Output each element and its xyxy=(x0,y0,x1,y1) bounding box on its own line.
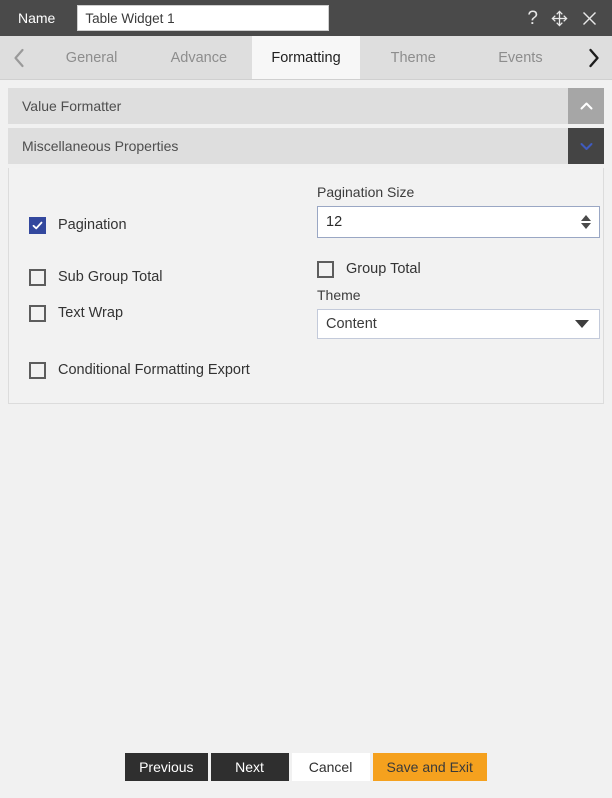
tab-bar: General Advance Formatting Theme Events xyxy=(0,36,612,80)
checkbox-conditional-formatting-export[interactable] xyxy=(29,361,46,379)
checkbox-sub-group-total[interactable] xyxy=(29,268,46,286)
settings-content: Value Formatter Miscellaneous Properties xyxy=(0,80,612,404)
title-bar: Name ? xyxy=(0,0,612,36)
checkbox-row-pagination[interactable]: Pagination xyxy=(29,214,317,236)
close-icon[interactable] xyxy=(581,10,598,27)
cancel-button[interactable]: Cancel xyxy=(291,753,370,781)
theme-select-field: Content xyxy=(317,309,600,339)
checkbox-label-group-total: Group Total xyxy=(346,261,421,277)
help-icon[interactable]: ? xyxy=(527,9,538,28)
previous-button[interactable]: Previous xyxy=(125,753,208,781)
checkbox-row-sub-group-total[interactable]: Sub Group Total xyxy=(29,266,317,288)
tab-list: General Advance Formatting Theme Events xyxy=(38,36,574,79)
label-pagination-size: Pagination Size xyxy=(317,184,415,200)
checkbox-text-wrap[interactable] xyxy=(29,304,46,322)
checkbox-group-total[interactable] xyxy=(317,260,334,278)
next-button[interactable]: Next xyxy=(210,753,289,781)
tab-scroll-right-button[interactable] xyxy=(574,36,612,79)
stepper-down-icon[interactable] xyxy=(580,223,591,229)
tab-general[interactable]: General xyxy=(38,36,145,79)
tab-scroll-left-button[interactable] xyxy=(0,36,38,79)
section-title-value-formatter: Value Formatter xyxy=(22,98,122,114)
section-header-misc-properties[interactable]: Miscellaneous Properties xyxy=(8,128,604,164)
chevron-down-icon[interactable] xyxy=(568,128,604,164)
pagination-size-input[interactable] xyxy=(317,206,600,238)
pagination-size-field xyxy=(317,206,600,238)
checkbox-pagination[interactable] xyxy=(29,216,46,234)
move-icon[interactable] xyxy=(551,9,568,27)
chevron-up-icon[interactable] xyxy=(568,88,604,124)
checkbox-label-conditional-formatting-export: Conditional Formatting Export xyxy=(58,362,250,378)
checkbox-label-sub-group-total: Sub Group Total xyxy=(58,269,163,285)
tab-advance[interactable]: Advance xyxy=(145,36,252,79)
checkbox-label-text-wrap: Text Wrap xyxy=(58,305,124,321)
checkbox-row-group-total[interactable]: Group Total xyxy=(317,258,600,280)
name-label: Name xyxy=(18,10,56,26)
misc-properties-panel: Pagination Sub Group Total Text Wrap Pag… xyxy=(8,168,604,404)
section-title-misc-properties: Miscellaneous Properties xyxy=(22,138,179,154)
save-and-exit-button[interactable]: Save and Exit xyxy=(372,753,487,781)
tab-theme[interactable]: Theme xyxy=(360,36,467,79)
panel-right-column: Pagination Size Group Total xyxy=(317,184,600,339)
title-bar-actions: ? xyxy=(527,9,602,28)
panel-grid: Pagination Sub Group Total Text Wrap Pag… xyxy=(29,184,600,339)
widget-name-input[interactable] xyxy=(77,5,330,31)
section-header-value-formatter[interactable]: Value Formatter xyxy=(8,88,604,124)
checkbox-row-text-wrap[interactable]: Text Wrap xyxy=(29,302,317,324)
label-theme: Theme xyxy=(317,287,361,303)
tab-events[interactable]: Events xyxy=(467,36,574,79)
theme-select[interactable]: Content xyxy=(317,309,600,339)
theme-select-value: Content xyxy=(326,316,377,332)
checkbox-row-conditional-formatting-export[interactable]: Conditional Formatting Export xyxy=(29,359,583,381)
stepper-up-icon[interactable] xyxy=(580,215,591,221)
checkbox-label-pagination: Pagination xyxy=(58,217,127,233)
tab-formatting[interactable]: Formatting xyxy=(252,36,360,79)
dialog-footer: Previous Next Cancel Save and Exit xyxy=(0,753,612,781)
panel-left-column: Pagination Sub Group Total Text Wrap xyxy=(29,184,317,339)
pagination-size-stepper[interactable] xyxy=(579,215,592,229)
